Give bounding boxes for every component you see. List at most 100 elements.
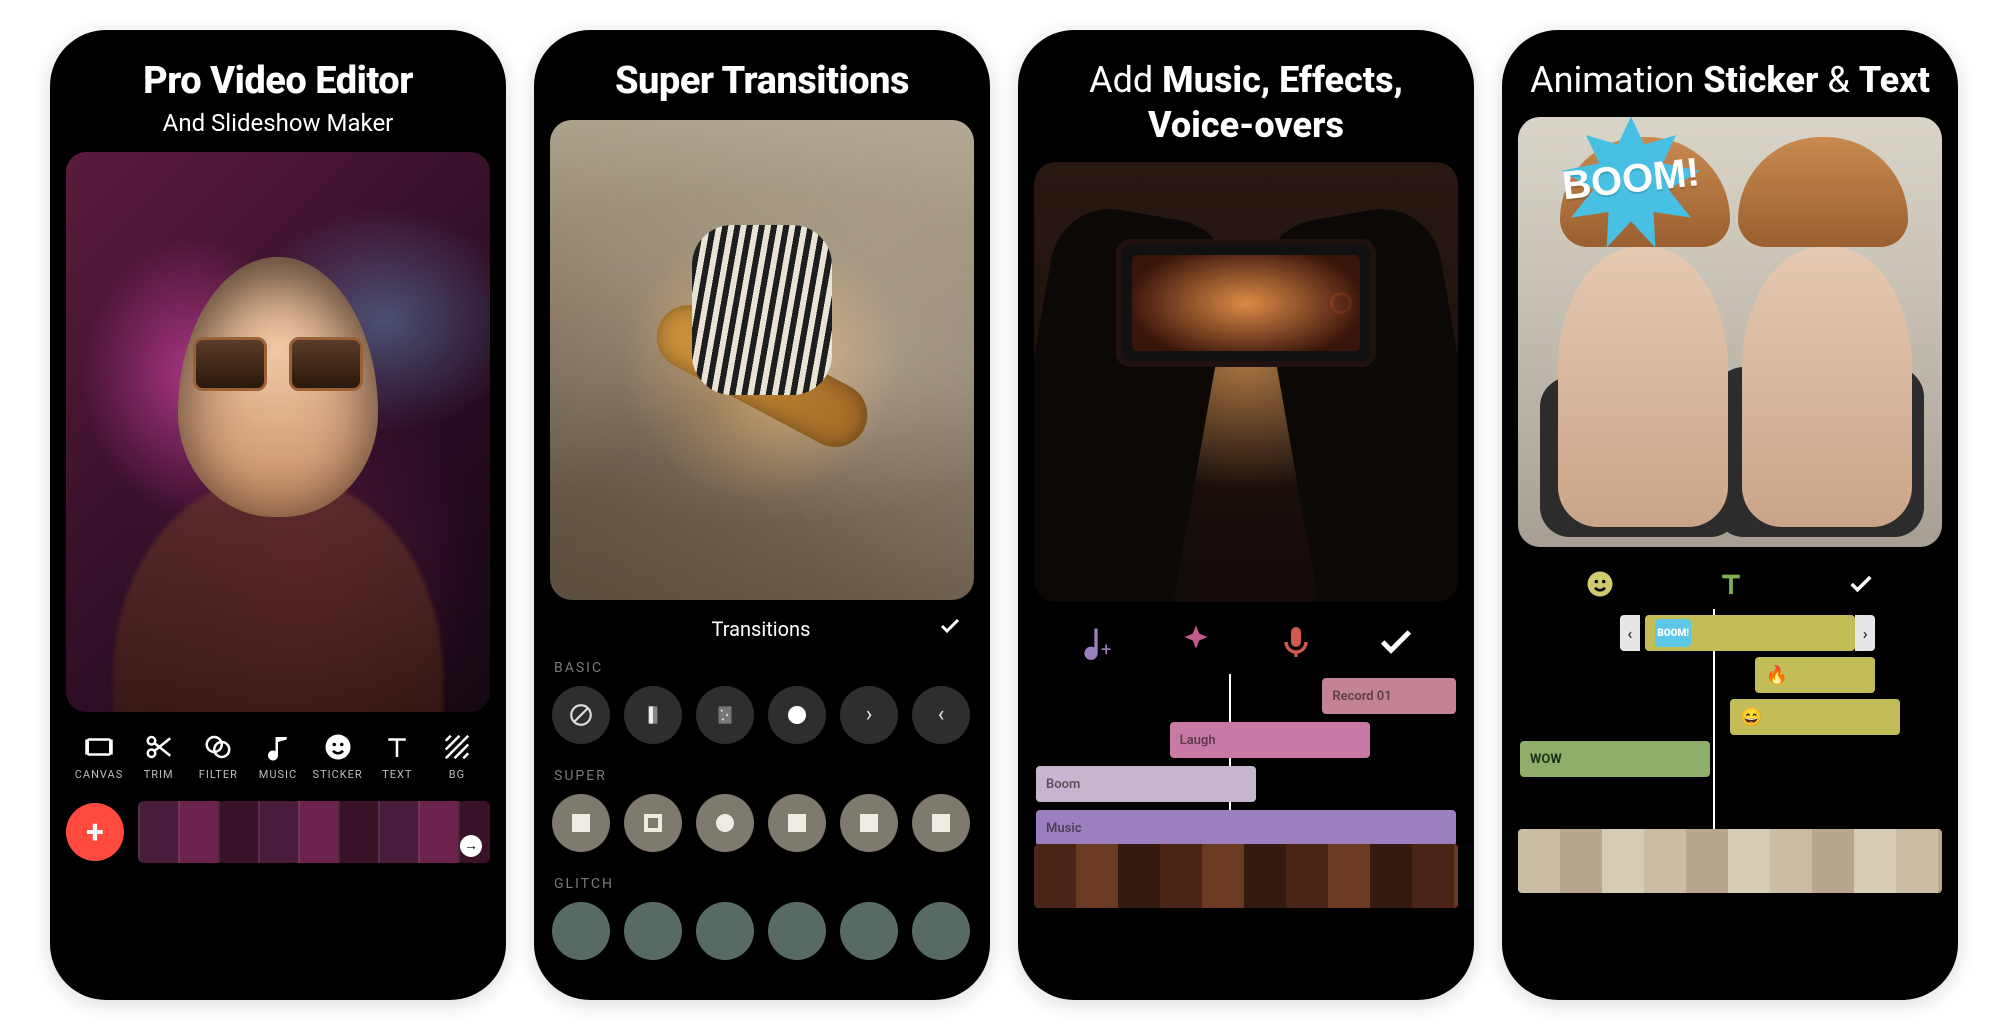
track-label: Music [1046,821,1081,836]
clip-boom[interactable]: BOOM! [1645,615,1855,651]
trim-handle-right[interactable]: › [1855,615,1875,651]
transition-super-5[interactable] [840,794,898,852]
video-timeline-strip[interactable] [1518,829,1942,893]
square-outline-icon [644,814,662,832]
arrow-right-icon: → [460,835,482,857]
tool-music[interactable]: MUSIC [249,732,307,781]
dot-icon [788,706,806,724]
sticker-timeline[interactable]: ‹ › BOOM! 🔥 😄 WOW [1518,613,1942,893]
row-glitch [550,898,974,974]
tool-filter[interactable]: FILTER [189,732,247,781]
track-boom[interactable]: Boom [1036,766,1256,802]
square-icon [716,814,734,832]
tool-sticker[interactable]: STICKER [309,732,367,781]
transition-dissolve[interactable] [696,686,754,744]
plus-icon: + [86,813,103,851]
transition-glitch-1[interactable] [552,902,610,960]
timeline-row: + → [66,801,490,863]
screenshot-2: Super Transitions Transitions BASIC › ‹ … [534,30,990,1000]
row-basic: › ‹ ⌄ [550,682,974,758]
video-preview[interactable] [550,120,974,600]
headline-line: Add Music, Effects, Voice-overs [1034,58,1458,148]
svg-text:+: + [1101,639,1111,660]
tool-label: MUSIC [259,768,297,781]
check-icon [1376,622,1416,662]
track-music[interactable]: Music [1036,810,1456,846]
video-timeline-strip[interactable] [1034,844,1458,908]
tool-label: FILTER [199,768,238,781]
voice-over-button[interactable] [1276,622,1316,662]
clip-smile[interactable]: 😄 [1730,699,1900,735]
effects-button[interactable] [1176,622,1216,662]
sparkle-icon [1176,622,1216,662]
add-music-button[interactable]: + [1076,622,1116,662]
tool-label: TEXT [382,768,412,781]
headline-bold-2: Voice-overs [1148,104,1344,146]
transition-glitch-3[interactable] [696,902,754,960]
add-button[interactable]: + [66,803,124,861]
sticker-tool-row [1518,547,1942,611]
emoji-icon [1585,569,1615,599]
transition-glitch-4[interactable] [768,902,826,960]
tool-canvas[interactable]: CANVAS [70,732,128,781]
headline: Animation Sticker & Text [1518,58,1942,103]
track-record[interactable]: Record 01 [1322,678,1456,714]
transition-dot[interactable] [768,686,826,744]
tool-text[interactable]: TEXT [368,732,426,781]
square-icon [860,814,878,832]
headline-bold-2: Text [1859,59,1930,101]
emoji-button[interactable] [1585,569,1615,603]
tool-label: BG [449,768,465,781]
video-preview[interactable] [66,152,490,712]
clip-label: WOW [1530,752,1562,767]
text-tool-button[interactable] [1716,569,1746,603]
headline-bold-1: Sticker [1703,59,1818,101]
video-preview[interactable] [1034,162,1458,602]
clip-wow[interactable]: WOW [1520,741,1710,777]
sticker-icon [323,732,353,762]
chevron-left-icon: ‹ [938,702,945,727]
clip-fire[interactable]: 🔥 [1755,657,1875,693]
transition-glitch-5[interactable] [840,902,898,960]
transition-glitch-2[interactable] [624,902,682,960]
transition-super-3[interactable] [696,794,754,852]
video-preview[interactable]: BOOM! [1518,117,1942,547]
screenshot-1: Pro Video Editor And Slideshow Maker CAN… [50,30,506,1000]
transition-glitch-6[interactable] [912,902,970,960]
transition-super-6[interactable] [912,794,970,852]
transition-super-2[interactable] [624,794,682,852]
transition-slide-right[interactable]: › [840,686,898,744]
timeline-clip[interactable]: → [138,801,490,863]
text-icon [382,732,412,762]
headline-prefix: Animation [1530,59,1703,101]
transition-fade[interactable] [624,686,682,744]
tool-bg[interactable]: BG [428,732,486,781]
text-tool-icon [1716,569,1746,599]
category-super-label: SUPER [550,758,974,790]
confirm-button[interactable] [1847,570,1875,602]
headline-mid: & [1818,59,1858,101]
none-icon [568,702,594,728]
transition-none[interactable] [552,686,610,744]
chevron-right-icon: › [866,702,873,727]
tool-trim[interactable]: TRIM [130,732,188,781]
audio-timeline[interactable]: Record 01 Laugh Boom Music [1034,678,1458,908]
transition-super-1[interactable] [552,794,610,852]
panel-title: Transitions [584,617,938,641]
transition-slide-left[interactable]: ‹ [912,686,970,744]
trim-handle-left[interactable]: ‹ [1620,615,1640,651]
check-icon [938,614,962,638]
confirm-button[interactable] [938,614,962,644]
track-laugh[interactable]: Laugh [1170,722,1370,758]
confirm-button[interactable] [1376,622,1416,662]
fire-icon: 🔥 [1765,665,1787,686]
canvas-icon [84,732,114,762]
transition-super-4[interactable] [768,794,826,852]
mic-icon [1276,622,1316,662]
boom-sticker[interactable]: BOOM! [1536,117,1726,257]
headline-main: Super Transitions [550,58,974,106]
music-note-plus-icon: + [1076,622,1116,662]
check-icon [1847,570,1875,598]
tool-label: CANVAS [75,768,124,781]
row-super [550,790,974,866]
